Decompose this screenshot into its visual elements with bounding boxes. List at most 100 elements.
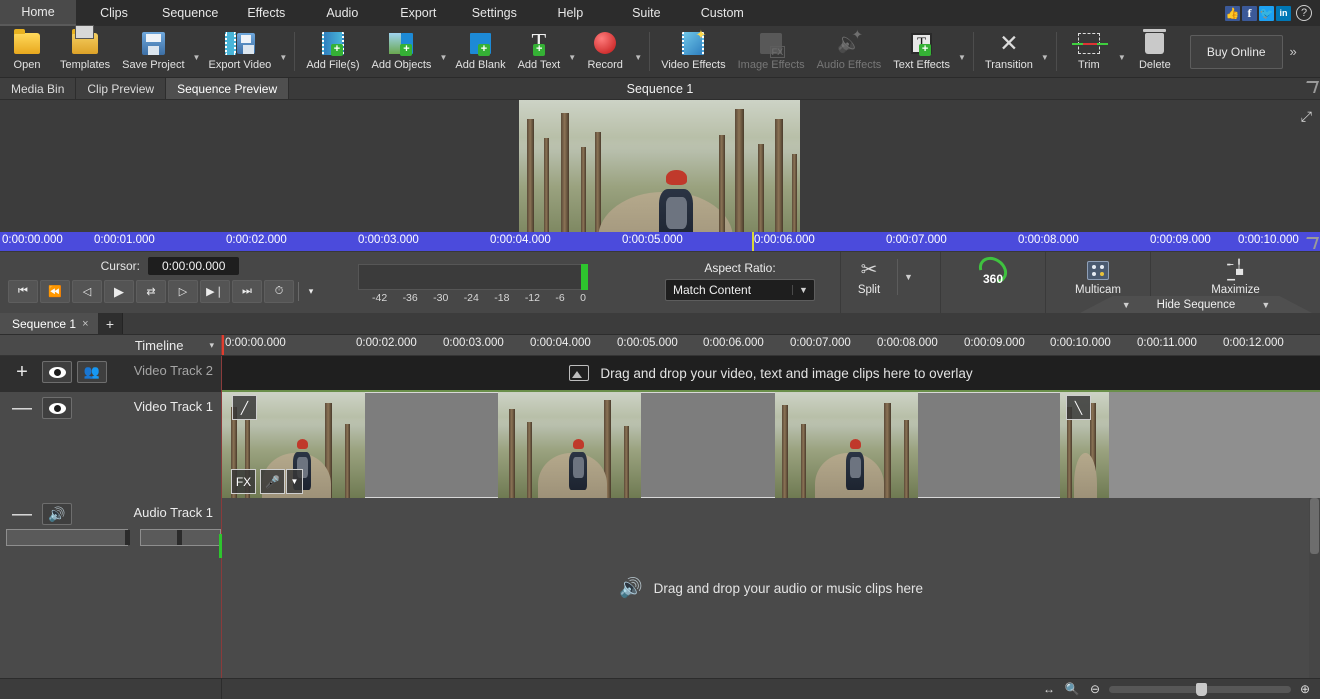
add-sequence-button[interactable]: +	[98, 313, 123, 334]
text-effects-button[interactable]: T + Text Effects	[887, 26, 956, 77]
fx-badge[interactable]: FX	[231, 469, 256, 494]
fade-in-curve-badge[interactable]: ╱	[232, 395, 257, 420]
timeline-ruler[interactable]: 0:00:00.000 0:00:02.000 0:00:03.000 0:00…	[222, 335, 1320, 355]
menu-item-clips[interactable]: Clips	[76, 0, 152, 26]
export-video-dropdown[interactable]: ▼	[277, 26, 289, 77]
fade-out-curve-badge[interactable]: ╲	[1066, 395, 1091, 420]
menu-item-custom[interactable]: Custom	[684, 0, 760, 26]
track-body-video-2[interactable]: Drag and drop your video, text and image…	[222, 356, 1320, 392]
track-body-audio-1[interactable]: 🔊 Drag and drop your audio or music clip…	[222, 498, 1320, 678]
add-text-button[interactable]: T + Add Text	[512, 26, 567, 77]
tab-media-bin[interactable]: Media Bin	[0, 78, 77, 99]
timeline-vertical-scrollbar[interactable]	[1309, 498, 1320, 678]
track-mute-toggle[interactable]: 🔊	[42, 503, 72, 525]
split-dropdown[interactable]: ▼	[898, 256, 919, 298]
preview-playhead[interactable]	[752, 232, 754, 251]
video-effects-button[interactable]: ✦ Video Effects	[655, 26, 731, 77]
menu-item-export[interactable]: Export	[380, 0, 456, 26]
add-objects-button[interactable]: + Add Objects	[366, 26, 438, 77]
toolbar-overflow-button[interactable]: »	[1283, 44, 1304, 59]
help-icon[interactable]: ?	[1296, 5, 1312, 21]
sequence-preview-stage[interactable]: ⤢	[0, 100, 1320, 258]
fit-to-window-icon[interactable]: ↔	[1040, 681, 1058, 697]
linkedin-icon[interactable]: in	[1276, 5, 1291, 21]
transition-button[interactable]: ✕ Transition	[979, 26, 1039, 77]
volume-slider[interactable]	[6, 529, 130, 546]
text-effects-dropdown[interactable]: ▼	[956, 26, 968, 77]
track-header-video-2[interactable]: + 👥 Video Track 2	[0, 356, 222, 392]
menu-item-audio[interactable]: Audio	[304, 0, 380, 26]
hide-sequence-button[interactable]: ▼ Hide Sequence ▼	[1080, 296, 1312, 313]
add-files-button[interactable]: + Add File(s)	[300, 26, 365, 77]
loop-button[interactable]: ⇄	[136, 280, 166, 303]
aspect-ratio-select[interactable]: Match Content ▼	[665, 279, 815, 301]
tab-sequence-preview[interactable]: Sequence Preview	[166, 78, 290, 99]
menu-item-home[interactable]: Home	[0, 0, 76, 26]
previous-clip-button[interactable]: ⏪	[40, 280, 70, 303]
menu-item-help[interactable]: Help	[532, 0, 608, 26]
cam360-button[interactable]: 360	[965, 251, 1021, 289]
maximize-button[interactable]: ╾ ╿ ▁ ▀ Maximize	[1201, 256, 1270, 296]
go-to-end-button[interactable]: ⏭	[232, 280, 262, 303]
facebook-icon[interactable]: f	[1242, 5, 1257, 21]
close-icon[interactable]: ×	[82, 318, 88, 330]
zoom-out-icon[interactable]: ⊖	[1086, 681, 1104, 697]
add-text-dropdown[interactable]: ▼	[566, 26, 578, 77]
menu-item-sequence[interactable]: Sequence	[152, 0, 228, 26]
audio-effects-button[interactable]: 🔈 ✦ Audio Effects	[811, 26, 888, 77]
track-header-audio-1[interactable]: — 🔊 Audio Track 1	[0, 498, 224, 678]
save-project-dropdown[interactable]: ▼	[191, 26, 203, 77]
clip-menu-badge[interactable]: ▼	[286, 469, 303, 494]
trim-button[interactable]: Trim	[1062, 26, 1116, 77]
zoom-in-icon[interactable]: ⊕	[1296, 681, 1314, 697]
templates-button[interactable]: Templates	[54, 24, 116, 77]
play-button[interactable]: ▶	[104, 280, 134, 303]
image-effects-button[interactable]: FX Image Effects	[732, 26, 811, 77]
remove-track-button[interactable]: —	[7, 503, 37, 525]
chevron-down-icon[interactable]: ▼	[792, 285, 814, 295]
timeline-playhead[interactable]	[222, 335, 224, 355]
track-body-video-1[interactable]: ╱ FX 🎤 ▼ ╲	[222, 392, 1320, 498]
thumbs-up-icon[interactable]: 👍	[1225, 5, 1240, 21]
timeline-panel-header[interactable]: Timeline ▾	[0, 335, 222, 355]
twitter-icon[interactable]: 🐦	[1259, 5, 1274, 21]
save-project-button[interactable]: Save Project	[116, 26, 190, 77]
step-forward-button[interactable]: ▷	[168, 280, 198, 303]
sequence-tab-1[interactable]: Sequence 1 ×	[0, 313, 99, 334]
preview-timeline-ruler[interactable]: 0:00:00.000 0:00:01.000 0:00:02.000 0:00…	[0, 232, 1320, 251]
go-to-start-button[interactable]: ⏮	[8, 280, 38, 303]
buy-online-button[interactable]: Buy Online	[1189, 34, 1283, 69]
open-button[interactable]: Open	[0, 26, 54, 77]
tab-clip-preview[interactable]: Clip Preview	[76, 78, 167, 99]
mic-badge[interactable]: 🎤	[260, 469, 285, 494]
zoom-slider-thumb[interactable]	[1196, 682, 1208, 696]
chevron-down-icon[interactable]: ▾	[209, 340, 214, 351]
transition-dropdown[interactable]: ▼	[1039, 26, 1051, 77]
record-dropdown[interactable]: ▼	[632, 26, 644, 77]
multicam-button[interactable]: Multicam	[1065, 256, 1131, 296]
record-button[interactable]: Record	[578, 26, 632, 77]
timeline-clip-1[interactable]: ╱ FX 🎤 ▼	[222, 392, 1088, 498]
menu-item-suite[interactable]: Suite	[608, 0, 684, 26]
zoom-slider[interactable]	[1109, 682, 1291, 696]
trim-dropdown[interactable]: ▼	[1116, 26, 1128, 77]
timer-button[interactable]: ⏱	[264, 280, 294, 303]
track-group-button[interactable]: 👥	[77, 361, 107, 383]
track-header-video-1[interactable]: — Video Track 1	[0, 392, 222, 498]
zoom-selection-icon[interactable]: 🔍	[1063, 681, 1081, 697]
remove-track-button[interactable]: —	[7, 397, 37, 419]
track-visibility-toggle[interactable]	[42, 361, 72, 383]
track-visibility-toggle[interactable]	[42, 397, 72, 419]
next-clip-button[interactable]: ▶❘	[200, 280, 230, 303]
cursor-time-field[interactable]: 0:00:00.000	[147, 257, 240, 275]
delete-button[interactable]: Delete	[1128, 26, 1182, 77]
preview-panel-resize-handle[interactable]	[1303, 81, 1319, 93]
add-blank-button[interactable]: + Add Blank	[449, 26, 511, 77]
menu-item-effects[interactable]: Effects	[228, 0, 304, 26]
add-objects-dropdown[interactable]: ▼	[437, 26, 449, 77]
pan-slider[interactable]	[139, 529, 221, 546]
split-button[interactable]: ✂ Split	[841, 256, 897, 296]
transport-dropdown-button[interactable]: ▾	[303, 280, 319, 303]
export-video-button[interactable]: Export Video	[203, 26, 278, 77]
timeline-clip-2[interactable]: ╲	[1060, 392, 1109, 498]
